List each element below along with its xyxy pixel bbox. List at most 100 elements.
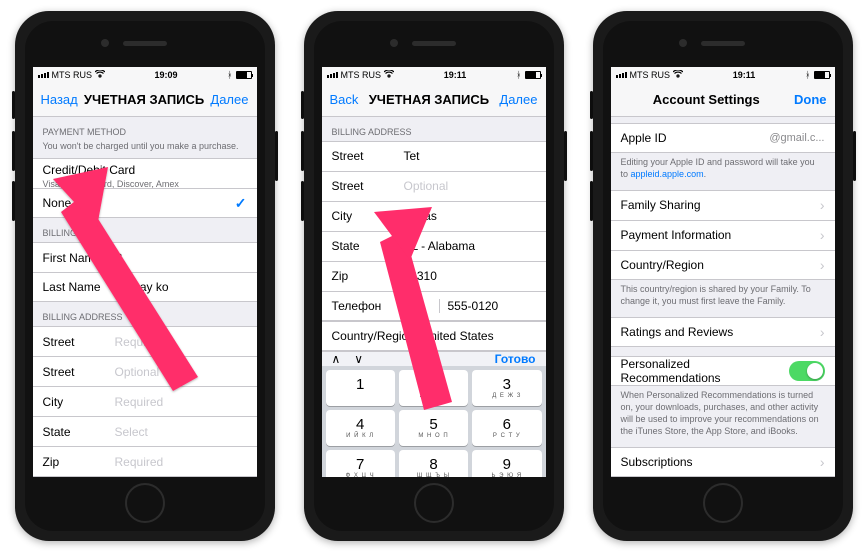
family-sharing-label: Family Sharing xyxy=(621,198,701,212)
city-label: City xyxy=(43,395,115,409)
key-8[interactable]: 8Ш Щ Ъ Ы xyxy=(399,450,468,477)
street2-label: Street xyxy=(43,365,115,379)
street2-row[interactable]: Street Optional xyxy=(322,171,546,201)
apple-id-row[interactable]: Apple ID @gmail.c... xyxy=(611,123,835,153)
key-4[interactable]: 4И Й К Л xyxy=(326,410,395,446)
checkmark-icon: ✓ xyxy=(235,195,247,212)
next-button[interactable]: Далее xyxy=(499,92,537,107)
first-name-row[interactable]: First Name S xyxy=(33,242,257,272)
city-row[interactable]: City Required xyxy=(33,386,257,416)
numeric-keyboard: 1 2А Б В Г 3Д Е Ж З 4И Й К Л 5М Н О П 6Р… xyxy=(322,366,546,477)
state-label: State xyxy=(43,425,115,439)
city-field[interactable]: Required xyxy=(115,395,164,409)
billing-address-header: BILLING ADDRESS xyxy=(322,117,546,141)
keyboard-accessory: ∧ ∨ Готово xyxy=(322,351,546,366)
key-7[interactable]: 7Ф Х Ц Ч xyxy=(326,450,395,477)
bluetooth-icon: ᚼ xyxy=(805,70,810,80)
street1-row[interactable]: Street Tet xyxy=(322,141,546,171)
key-2[interactable]: 2А Б В Г xyxy=(399,370,468,406)
street1-field[interactable]: Tet xyxy=(404,149,420,163)
recommendations-row: Personalized Recommendations xyxy=(611,356,835,386)
card-option[interactable]: Credit/Debit Card Visa, MasterCard, Disc… xyxy=(33,158,257,188)
country-region-row[interactable]: Country/Region › xyxy=(611,250,835,280)
first-name-field[interactable]: S xyxy=(115,251,123,265)
home-button[interactable] xyxy=(703,483,743,523)
country-region-label: Country/Region: United States xyxy=(332,329,494,343)
payment-info-row[interactable]: Payment Information › xyxy=(611,220,835,250)
state-label: State xyxy=(332,239,404,253)
back-button[interactable]: Назад xyxy=(41,92,78,107)
chevron-right-icon: › xyxy=(820,198,825,212)
last-name-row[interactable]: Last Name Mikhay ko xyxy=(33,272,257,302)
carrier-label: MTS RUS xyxy=(52,70,93,80)
done-button[interactable]: Done xyxy=(794,92,827,107)
zip-row[interactable]: Zip Required xyxy=(33,446,257,476)
key-1[interactable]: 1 xyxy=(326,370,395,406)
city-row[interactable]: City Dallas xyxy=(322,201,546,231)
bluetooth-icon: ᚼ xyxy=(516,70,521,80)
country-region-row[interactable]: Country/Region: United States xyxy=(322,321,546,351)
street1-label: Street xyxy=(332,149,404,163)
key-3[interactable]: 3Д Е Ж З xyxy=(472,370,541,406)
wifi-icon xyxy=(384,70,394,80)
street2-label: Street xyxy=(332,179,404,193)
kb-down-icon[interactable]: ∨ xyxy=(354,352,363,366)
city-field[interactable]: Dallas xyxy=(404,209,437,223)
appleid-link[interactable]: appleid.apple.com xyxy=(631,169,704,179)
nav-bar: Account Settings Done xyxy=(611,83,835,117)
state-row[interactable]: State AL - Alabama xyxy=(322,231,546,261)
last-name-field[interactable]: Mikhay ko xyxy=(115,280,169,294)
zip-row[interactable]: Zip 36310 xyxy=(322,261,546,291)
state-field[interactable]: Select xyxy=(115,425,148,439)
phone-mock-2: MTS RUS 19:11 ᚼ Back УЧЕТНАЯ ЗАПИСЬ Дале… xyxy=(304,11,564,541)
first-name-label: First Name xyxy=(43,251,115,265)
ratings-reviews-row[interactable]: Ratings and Reviews › xyxy=(611,317,835,347)
family-sharing-row[interactable]: Family Sharing › xyxy=(611,190,835,220)
home-button[interactable] xyxy=(414,483,454,523)
payment-method-header: PAYMENT METHOD xyxy=(33,117,257,141)
back-button[interactable]: Back xyxy=(330,92,359,107)
street2-field[interactable]: Optional xyxy=(115,365,160,379)
key-5[interactable]: 5М Н О П xyxy=(399,410,468,446)
state-row[interactable]: State Select xyxy=(33,416,257,446)
screen-3: MTS RUS 19:11 ᚼ Account Settings Done xyxy=(611,67,835,477)
kb-up-icon[interactable]: ∧ xyxy=(332,352,341,366)
nav-bar: Back УЧЕТНАЯ ЗАПИСЬ Далее xyxy=(322,83,546,117)
zip-field[interactable]: Required xyxy=(115,455,164,469)
kb-done-button[interactable]: Готово xyxy=(495,352,536,366)
payment-info-label: Payment Information xyxy=(621,228,732,242)
phone-field[interactable]: 202 555-0120 xyxy=(404,299,536,313)
street2-field[interactable]: Optional xyxy=(404,179,449,193)
zip-field[interactable]: 36310 xyxy=(404,269,437,283)
apple-id-label: Apple ID xyxy=(621,131,667,145)
card-option-title: Credit/Debit Card xyxy=(43,163,136,177)
status-bar: MTS RUS 19:11 ᚼ xyxy=(611,67,835,83)
none-option[interactable]: None ✓ xyxy=(33,188,257,218)
page-title: УЧЕТНАЯ ЗАПИСЬ xyxy=(369,92,489,107)
wifi-icon xyxy=(95,70,105,80)
street1-row[interactable]: Street Required xyxy=(33,326,257,356)
country-region-label: Country/Region xyxy=(621,258,704,272)
signal-icon xyxy=(327,72,338,78)
zip-label: Zip xyxy=(43,455,115,469)
street1-field[interactable]: Required xyxy=(115,335,164,349)
key-6[interactable]: 6Р С Т У xyxy=(472,410,541,446)
billing-address-header: BILLING ADDRESS xyxy=(33,302,257,326)
payment-method-footer: You won't be charged until you make a pu… xyxy=(33,141,257,159)
none-label: None xyxy=(43,196,72,210)
subscriptions-row[interactable]: Subscriptions › xyxy=(611,447,835,477)
page-title: Account Settings xyxy=(653,92,760,107)
phone-row[interactable]: Телефон 202 555-0120 xyxy=(322,291,546,321)
apple-id-footer: Editing your Apple ID and password will … xyxy=(611,153,835,186)
state-field[interactable]: AL - Alabama xyxy=(404,239,476,253)
recommendations-toggle[interactable] xyxy=(789,361,824,381)
apple-id-value: @gmail.c... xyxy=(769,132,824,144)
street1-label: Street xyxy=(43,335,115,349)
next-button[interactable]: Далее xyxy=(210,92,248,107)
home-button[interactable] xyxy=(125,483,165,523)
clock: 19:11 xyxy=(444,70,467,80)
key-9[interactable]: 9Ь Э Ю Я xyxy=(472,450,541,477)
battery-icon xyxy=(814,71,830,79)
chevron-right-icon: › xyxy=(820,258,825,272)
street2-row[interactable]: Street Optional xyxy=(33,356,257,386)
